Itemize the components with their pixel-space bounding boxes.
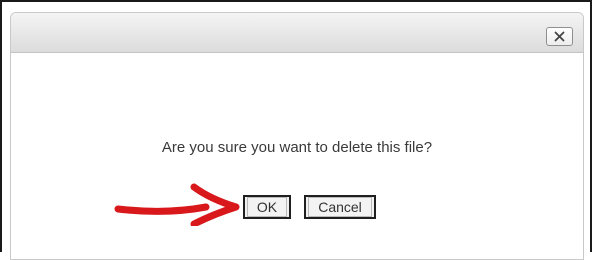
close-x-icon bbox=[554, 31, 565, 42]
dialog-message: Are you sure you want to delete this fil… bbox=[161, 139, 433, 156]
dialog-titlebar bbox=[11, 13, 583, 53]
close-button[interactable] bbox=[546, 27, 573, 46]
confirm-delete-dialog: Are you sure you want to delete this fil… bbox=[10, 12, 584, 260]
ok-button[interactable]: OK bbox=[243, 195, 291, 219]
ok-button-label: OK bbox=[246, 197, 288, 217]
dialog-button-row: OK Cancel bbox=[243, 195, 376, 219]
red-arrow-right-icon bbox=[114, 182, 240, 231]
screenshot-frame: Are you sure you want to delete this fil… bbox=[0, 0, 592, 260]
cancel-button-label: Cancel bbox=[308, 197, 372, 217]
cancel-button[interactable]: Cancel bbox=[304, 195, 376, 219]
